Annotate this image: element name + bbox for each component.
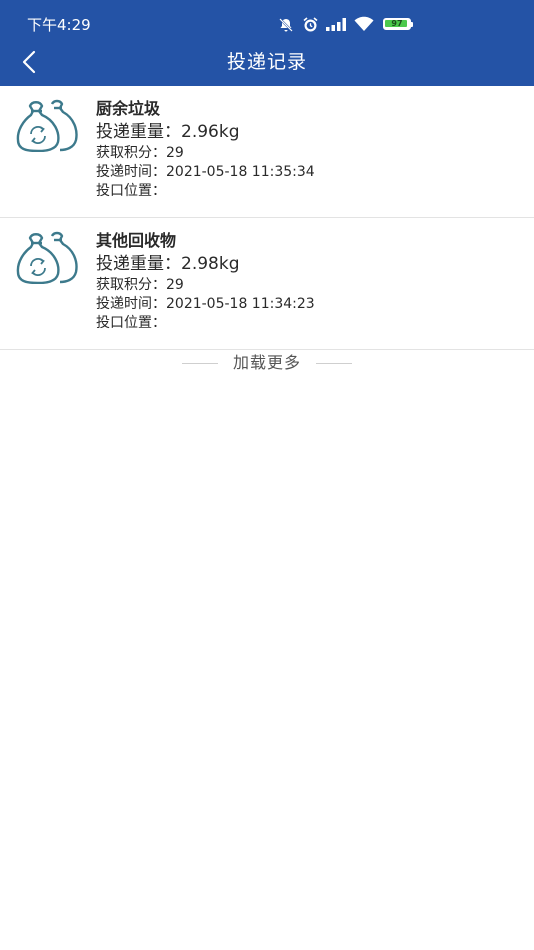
garbage-bag-icon <box>16 231 78 284</box>
record-item[interactable]: 其他回收物 投递重量：2.98kg 获取积分：29 投递时间：2021-05-1… <box>0 218 534 350</box>
record-weight: 投递重量：2.96kg <box>96 122 240 142</box>
page-title: 投递记录 <box>226 51 307 73</box>
record-list: 厨余垃圾 投递重量：2.96kg 获取积分：29 投递时间：2021-05-18… <box>0 86 534 350</box>
wifi-icon <box>354 16 374 31</box>
battery-cap <box>411 22 413 27</box>
status-bar: 下午4:29 97 <box>0 0 534 46</box>
load-more-label: 加载更多 <box>232 353 301 372</box>
battery-icon: 97 <box>383 18 411 30</box>
record-time: 投递时间：2021-05-18 11:34:23 <box>96 296 315 312</box>
bell-mute-icon <box>279 18 293 32</box>
record-points: 获取积分：29 <box>96 277 184 293</box>
battery-level: 97 <box>391 19 403 28</box>
record-category: 其他回收物 <box>96 231 177 250</box>
record-item[interactable]: 厨余垃圾 投递重量：2.96kg 获取积分：29 投递时间：2021-05-18… <box>0 86 534 218</box>
app-header: 下午4:29 97 投递记录 <box>0 0 534 86</box>
load-more-button[interactable]: 加载更多 <box>0 351 534 375</box>
load-more-divider-right <box>316 363 352 364</box>
garbage-bag-icon <box>16 99 78 152</box>
status-time: 下午4:29 <box>27 16 91 34</box>
record-category: 厨余垃圾 <box>96 99 161 118</box>
record-details: 厨余垃圾 投递重量：2.96kg 获取积分：29 投递时间：2021-05-18… <box>96 98 315 201</box>
record-location: 投口位置： <box>96 183 166 199</box>
signal-icon <box>326 18 346 31</box>
record-points: 获取积分：29 <box>96 145 184 161</box>
record-weight: 投递重量：2.98kg <box>96 254 240 274</box>
record-time: 投递时间：2021-05-18 11:35:34 <box>96 164 315 180</box>
record-details: 其他回收物 投递重量：2.98kg 获取积分：29 投递时间：2021-05-1… <box>96 230 315 333</box>
record-location: 投口位置： <box>96 315 166 331</box>
alarm-icon <box>303 17 318 32</box>
